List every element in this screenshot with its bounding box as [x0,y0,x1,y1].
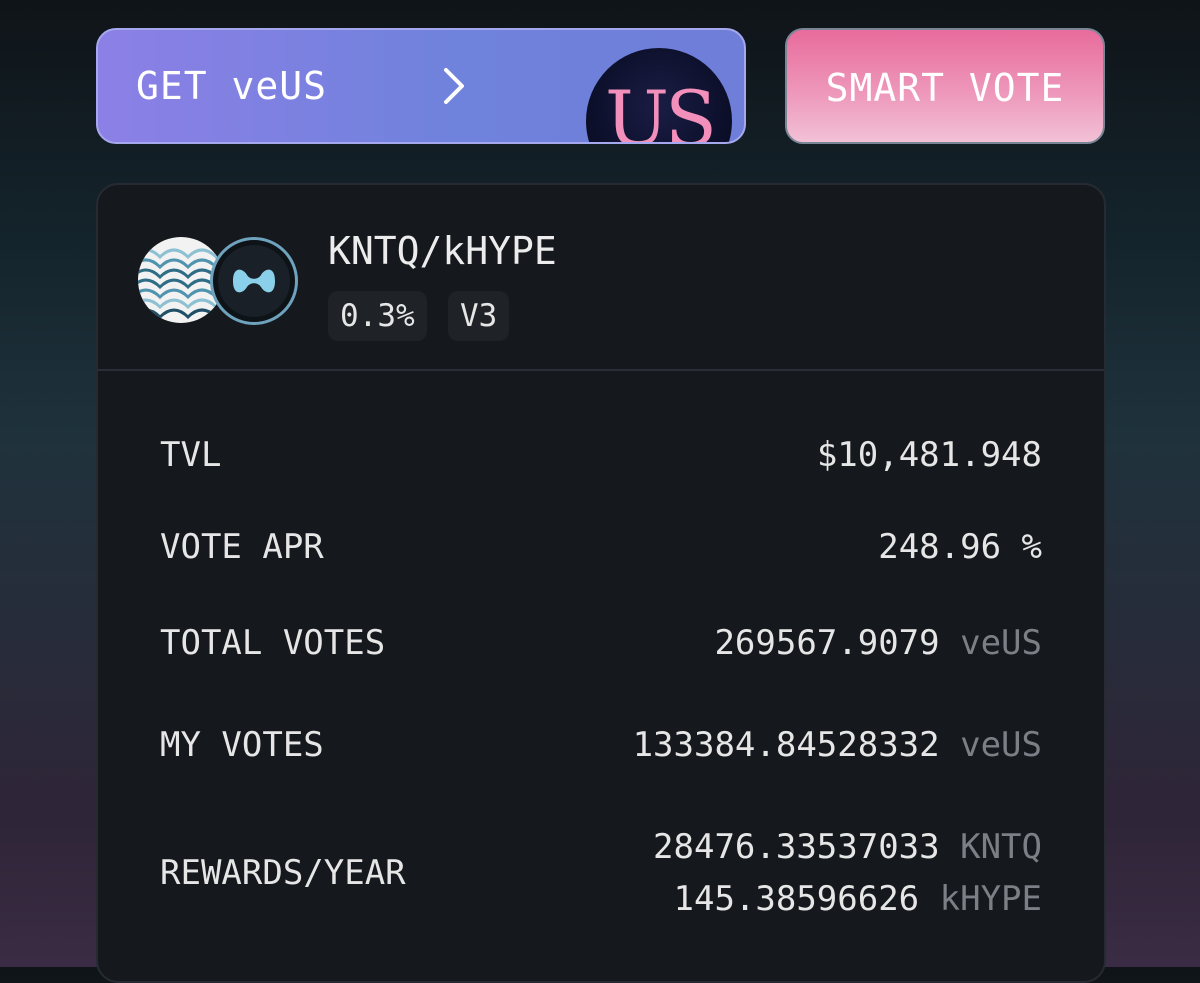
vote-apr-label: VOTE APR [160,527,324,567]
header-divider [98,369,1104,371]
vote-apr-value: 248.96 % [878,527,1042,567]
tvl-label: TVL [160,435,222,475]
get-veus-label: GET veUS [136,64,328,108]
smart-vote-label: SMART VOTE [825,66,1065,110]
pool-pair-name: KNTQ/kHYPE [328,229,557,273]
total-votes-unit: veUS [960,623,1042,663]
us-brand-logo: US [586,48,732,144]
total-votes-value: 269567.9079 veUS [714,623,1042,663]
my-votes-label: MY VOTES [160,725,324,765]
my-votes-value: 133384.84528332 veUS [633,725,1042,765]
total-votes-amount: 269567.9079 [714,623,940,663]
get-veus-button[interactable]: GET veUS US [96,28,746,144]
reward-khype-amount: 145.38596626 [673,879,920,919]
reward-kntq-amount: 28476.33537033 [653,827,940,867]
smart-vote-button[interactable]: SMART VOTE [785,28,1105,144]
fee-tier-badge: 0.3% [328,291,427,341]
rewards-year-label: REWARDS/YEAR [160,853,406,893]
pool-card: KNTQ/kHYPE 0.3% V3 TVL $10,481.948 VOTE … [96,183,1106,983]
khype-logo-icon [210,237,298,325]
reward-kntq-unit: KNTQ [960,827,1042,867]
my-votes-amount: 133384.84528332 [632,725,940,765]
chevron-right-icon [444,68,464,104]
total-votes-label: TOTAL VOTES [160,623,386,663]
reward-khype-row: 145.38596626 kHYPE [674,879,1042,919]
my-votes-unit: veUS [960,725,1042,765]
us-brand-logo-text: US [604,74,717,144]
tvl-value: $10,481.948 [816,435,1042,475]
pool-version-badge: V3 [448,291,510,341]
reward-khype-unit: kHYPE [939,879,1042,919]
pool-header[interactable]: KNTQ/kHYPE 0.3% V3 [98,185,1104,369]
reward-kntq-row: 28476.33537033 KNTQ [653,827,1042,867]
